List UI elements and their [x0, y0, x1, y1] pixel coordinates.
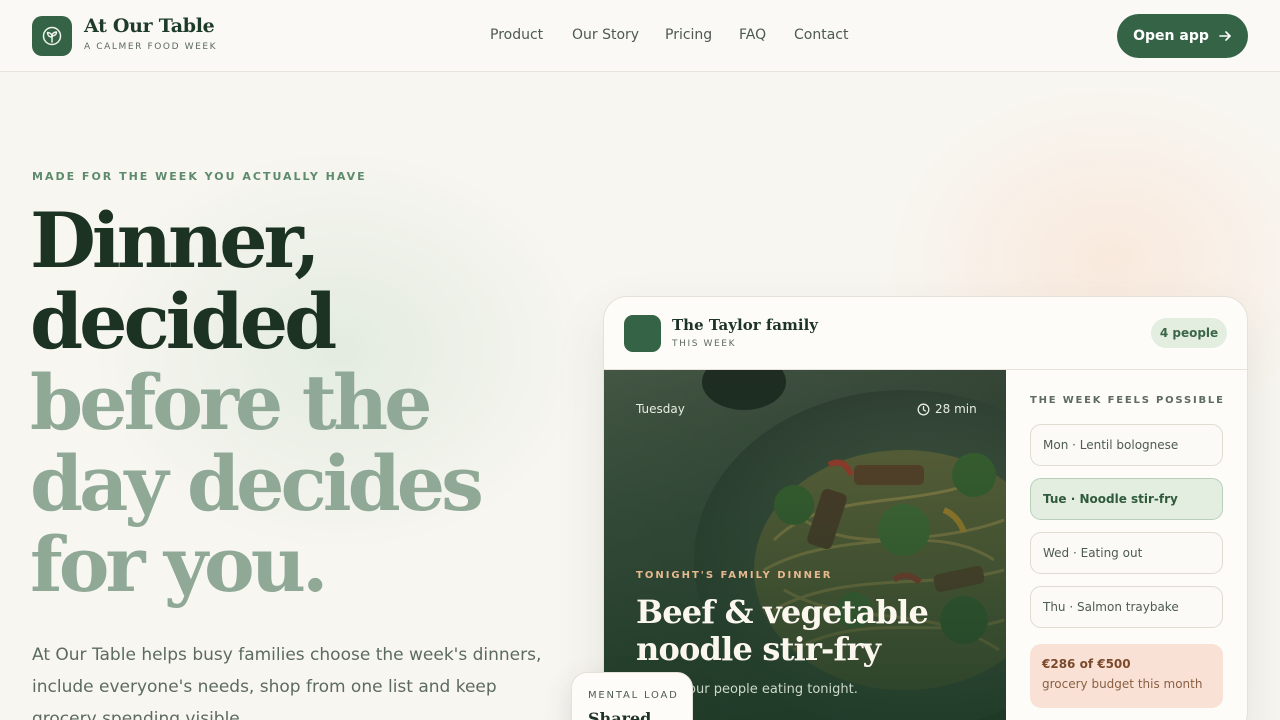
leaf-sprout-icon	[42, 26, 62, 46]
nav-link-contact[interactable]: Contact	[794, 27, 848, 43]
headline-line-3: before the	[30, 358, 432, 447]
budget-amount: €286 of €500	[1042, 657, 1131, 671]
nav-link-product[interactable]: Product	[490, 27, 543, 43]
brand-name[interactable]: At Our Table	[84, 15, 215, 37]
headline-line-5: for you.	[30, 520, 328, 609]
open-app-button[interactable]: Open app	[1117, 14, 1248, 58]
nav-link-faq[interactable]: FAQ	[739, 27, 766, 43]
card-subtitle: THIS WEEK	[672, 339, 737, 349]
day-item-wed[interactable]: Wed · Eating out	[1030, 532, 1223, 574]
hero-description: At Our Table helps busy families choose …	[32, 645, 542, 720]
nav-link-our-story[interactable]: Our Story	[572, 27, 639, 43]
meal-eyebrow: TONIGHT'S FAMILY DINNER	[636, 570, 833, 581]
budget-summary: €286 of €500 grocery budget this month	[1030, 644, 1223, 708]
headline-line-2: decided	[30, 277, 337, 366]
people-count-badge: 4 people	[1151, 318, 1227, 348]
headline-line-1: Dinner,	[30, 196, 321, 285]
clock-icon	[917, 403, 930, 415]
mental-load-card: MENTAL LOAD Shared	[571, 672, 693, 720]
day-item-tue[interactable]: Tue · Noodle stir-fry	[1030, 478, 1223, 520]
arrow-right-icon	[1219, 31, 1231, 41]
family-avatar	[624, 315, 661, 352]
logo-mark[interactable]	[32, 16, 72, 56]
day-item-mon[interactable]: Mon · Lentil bolognese	[1030, 424, 1223, 466]
budget-label: grocery budget this month	[1042, 677, 1203, 691]
headline-line-4: day decides	[30, 439, 484, 528]
hero-eyebrow: MADE FOR THE WEEK YOU ACTUALLY HAVE	[32, 170, 367, 183]
site-header: At Our Table A CALMER FOOD WEEK Product …	[0, 0, 1280, 72]
brand-tagline: A CALMER FOOD WEEK	[84, 42, 218, 52]
week-title: THE WEEK FEELS POSSIBLE	[1030, 395, 1225, 406]
nav-link-pricing[interactable]: Pricing	[665, 27, 712, 43]
mental-load-value: Shared	[588, 709, 652, 720]
meal-day: Tuesday	[636, 402, 685, 416]
open-app-label: Open app	[1133, 28, 1209, 44]
meal-photo[interactable]: Tuesday 28 min TONIGHT'S FAMILY DINNER B…	[604, 370, 1006, 720]
hero-headline: Dinner, decided before the day decides f…	[30, 196, 484, 609]
family-name: The Taylor family	[672, 316, 818, 334]
meal-time-label: 28 min	[935, 402, 977, 416]
meal-title: Beef & vegetable noodle stir-fry	[636, 593, 929, 668]
family-week-card: The Taylor family THIS WEEK 4 people Tue…	[603, 296, 1248, 720]
mental-load-label: MENTAL LOAD	[588, 690, 679, 701]
day-item-thu[interactable]: Thu · Salmon traybake	[1030, 586, 1223, 628]
meal-time: 28 min	[917, 402, 977, 416]
